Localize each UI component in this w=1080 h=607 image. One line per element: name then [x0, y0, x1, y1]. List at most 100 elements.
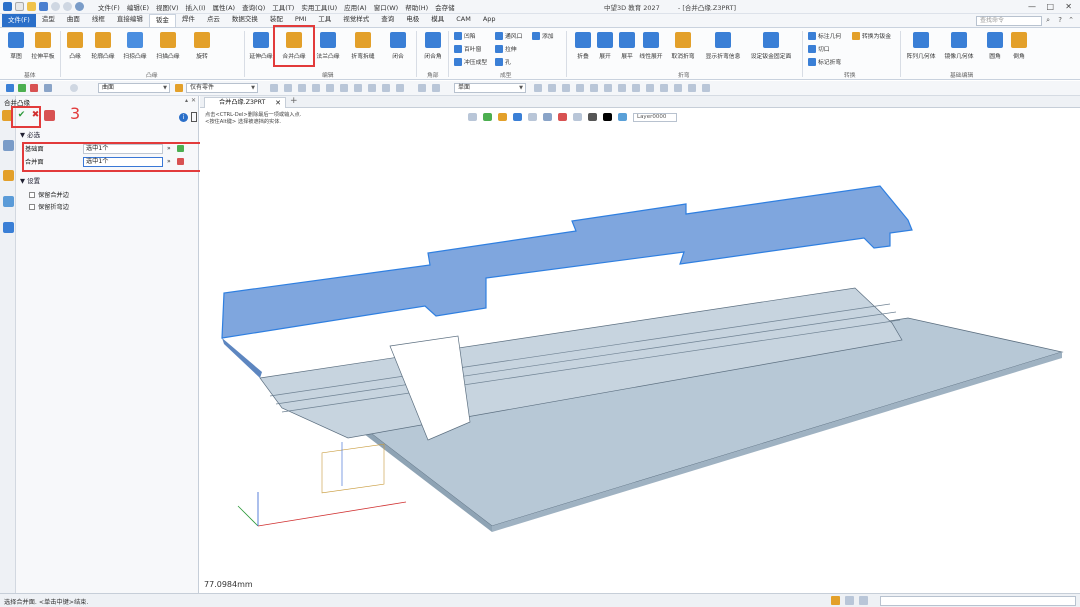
circle-select-icon[interactable] [70, 84, 78, 92]
settings-icon[interactable] [75, 2, 84, 11]
chamfer-button[interactable]: 倒角 [1004, 30, 1034, 68]
unbend-button[interactable]: 取消折弯 [668, 30, 698, 68]
tab-file[interactable]: 文件(F) [2, 14, 36, 27]
dent-button[interactable]: 凹陷 [454, 31, 476, 40]
expand-ribbon-icon[interactable]: ⌃ [1068, 16, 1074, 24]
history-manager-icon[interactable] [3, 140, 14, 151]
snap-tool-icon[interactable] [534, 84, 542, 92]
stamp-form-button[interactable]: 冲压成型 [454, 57, 487, 66]
minimize-icon[interactable]: — [1028, 2, 1036, 11]
status-tool-icon[interactable] [845, 596, 854, 605]
sweep-flange-button[interactable]: 扫掠凸缘 [120, 30, 150, 68]
open-file-icon[interactable] [27, 2, 36, 11]
mirror-geometry-button[interactable]: 镜像几何体 [944, 30, 974, 68]
close-tab-icon[interactable]: ✕ [275, 98, 281, 108]
book-icon[interactable] [191, 112, 197, 122]
menu-utility[interactable]: 实用工具(U) [301, 2, 337, 12]
mark-geometry-button[interactable]: 标注几何 [808, 31, 841, 40]
document-tab[interactable]: 合并凸缘.Z3PRT ✕ [204, 97, 286, 108]
tab-modeling[interactable]: 造型 [36, 14, 61, 27]
tab-query[interactable]: 查询 [375, 14, 400, 27]
snap-tool-icon[interactable] [590, 84, 598, 92]
face-selection-dropdown[interactable]: 单面 ▼ [454, 83, 526, 93]
add-icon[interactable] [18, 84, 26, 92]
save-icon[interactable] [39, 2, 48, 11]
louver-button[interactable]: 百叶窗 [454, 44, 481, 53]
snap-tool-icon[interactable] [632, 84, 640, 92]
menu-view[interactable]: 视图(V) [156, 2, 179, 12]
snap-tool-icon[interactable] [562, 84, 570, 92]
new-tab-icon[interactable]: + [290, 96, 298, 106]
tab-data-exchange[interactable]: 数据交换 [226, 14, 264, 27]
vent-button[interactable]: 通风口 [495, 31, 522, 40]
snap-tool-icon[interactable] [660, 84, 668, 92]
command-search-input[interactable]: 查找命令 [976, 16, 1042, 26]
close-icon[interactable]: ✕ [1065, 2, 1072, 11]
tab-mold[interactable]: 模具 [425, 14, 450, 27]
status-tool-icon[interactable] [831, 596, 840, 605]
new-file-icon[interactable] [15, 2, 24, 11]
section-settings[interactable]: ▼ 设置 [20, 175, 40, 185]
close-flange-button[interactable]: 闭合 [383, 30, 413, 68]
pick-tool-icon[interactable] [368, 84, 376, 92]
menu-tools[interactable]: 工具(T) [272, 2, 294, 12]
tab-direct-edit[interactable]: 直接编辑 [111, 14, 149, 27]
menu-help[interactable]: 帮助(H) [405, 2, 428, 12]
tab-sheet-metal[interactable]: 钣金 [148, 14, 176, 27]
pick-tool-icon[interactable] [432, 84, 440, 92]
pick-tool-icon[interactable] [270, 84, 278, 92]
filter-icon[interactable] [44, 84, 52, 92]
menu-file[interactable]: 文件(F) [98, 2, 120, 12]
pick-tool-icon[interactable] [340, 84, 348, 92]
cut-button[interactable]: 切口 [808, 44, 830, 53]
sketch-button[interactable]: 草图 [1, 30, 31, 68]
sheet-metal-model[interactable] [200, 108, 1080, 593]
mark-bend-button[interactable]: 标记折弯 [808, 57, 841, 66]
tab-visual-style[interactable]: 视觉样式 [337, 14, 375, 27]
maximize-icon[interactable]: □ [1046, 2, 1054, 11]
pick-tool-icon[interactable] [418, 84, 426, 92]
pick-tool-icon[interactable] [312, 84, 320, 92]
snap-tool-icon[interactable] [646, 84, 654, 92]
graphics-viewport[interactable]: 点击<CTRL-Del>删除最后一项或输入点. <按住Alt键> 选择被遮挡的实… [200, 108, 1080, 593]
menu-edit[interactable]: 编辑(E) [127, 2, 149, 12]
info-icon[interactable]: i [179, 113, 188, 122]
panel-close-icon[interactable]: ✕ [191, 97, 196, 104]
snap-tool-icon[interactable] [576, 84, 584, 92]
pick-tool-icon[interactable] [298, 84, 306, 92]
app-logo-icon[interactable] [3, 2, 12, 11]
filter-type-dropdown[interactable]: 曲面 ▼ [98, 83, 170, 93]
flange-button[interactable]: 凸缘 [60, 30, 90, 68]
tab-point-cloud[interactable]: 点云 [201, 14, 226, 27]
close-corner-button[interactable]: 闭合角 [418, 30, 448, 68]
status-tool-icon[interactable] [859, 596, 868, 605]
scan-flange-button[interactable]: 扫描凸缘 [153, 30, 183, 68]
pick-tool-icon[interactable] [326, 84, 334, 92]
remove-icon[interactable] [30, 84, 38, 92]
tab-surface[interactable]: 曲面 [61, 14, 86, 27]
undo-icon[interactable] [51, 2, 60, 11]
menu-storage[interactable]: 会存储 [435, 2, 455, 12]
pattern-geometry-button[interactable]: 阵列几何体 [906, 30, 936, 68]
snap-tool-icon[interactable] [688, 84, 696, 92]
contour-flange-button[interactable]: 轮廓凸缘 [88, 30, 118, 68]
snap-tool-icon[interactable] [674, 84, 682, 92]
bend-split-button[interactable]: 折弯拆缝 [348, 30, 378, 68]
part-scope-dropdown[interactable]: 仅有零件 ▼ [186, 83, 258, 93]
menu-apps[interactable]: 应用(A) [344, 2, 367, 12]
extrude-plate-button[interactable]: 拉伸平板 [28, 30, 58, 68]
menu-attribute[interactable]: 属性(A) [213, 2, 236, 12]
extend-flange-button[interactable]: 延伸凸缘 [246, 30, 276, 68]
select-arrow-icon[interactable] [6, 84, 14, 92]
tab-app[interactable]: App [477, 14, 502, 27]
hole-button[interactable]: 孔 [495, 57, 511, 66]
part-filter-icon[interactable] [175, 84, 183, 92]
image-view-icon[interactable] [3, 196, 14, 207]
pick-tool-icon[interactable] [382, 84, 390, 92]
snap-tool-icon[interactable] [548, 84, 556, 92]
search-icon[interactable]: ⌕ [1046, 16, 1050, 25]
redo-icon[interactable] [63, 2, 72, 11]
menu-window[interactable]: 窗口(W) [374, 2, 399, 12]
menu-insert[interactable]: 插入(I) [186, 2, 206, 12]
tab-wireframe[interactable]: 线框 [86, 14, 111, 27]
